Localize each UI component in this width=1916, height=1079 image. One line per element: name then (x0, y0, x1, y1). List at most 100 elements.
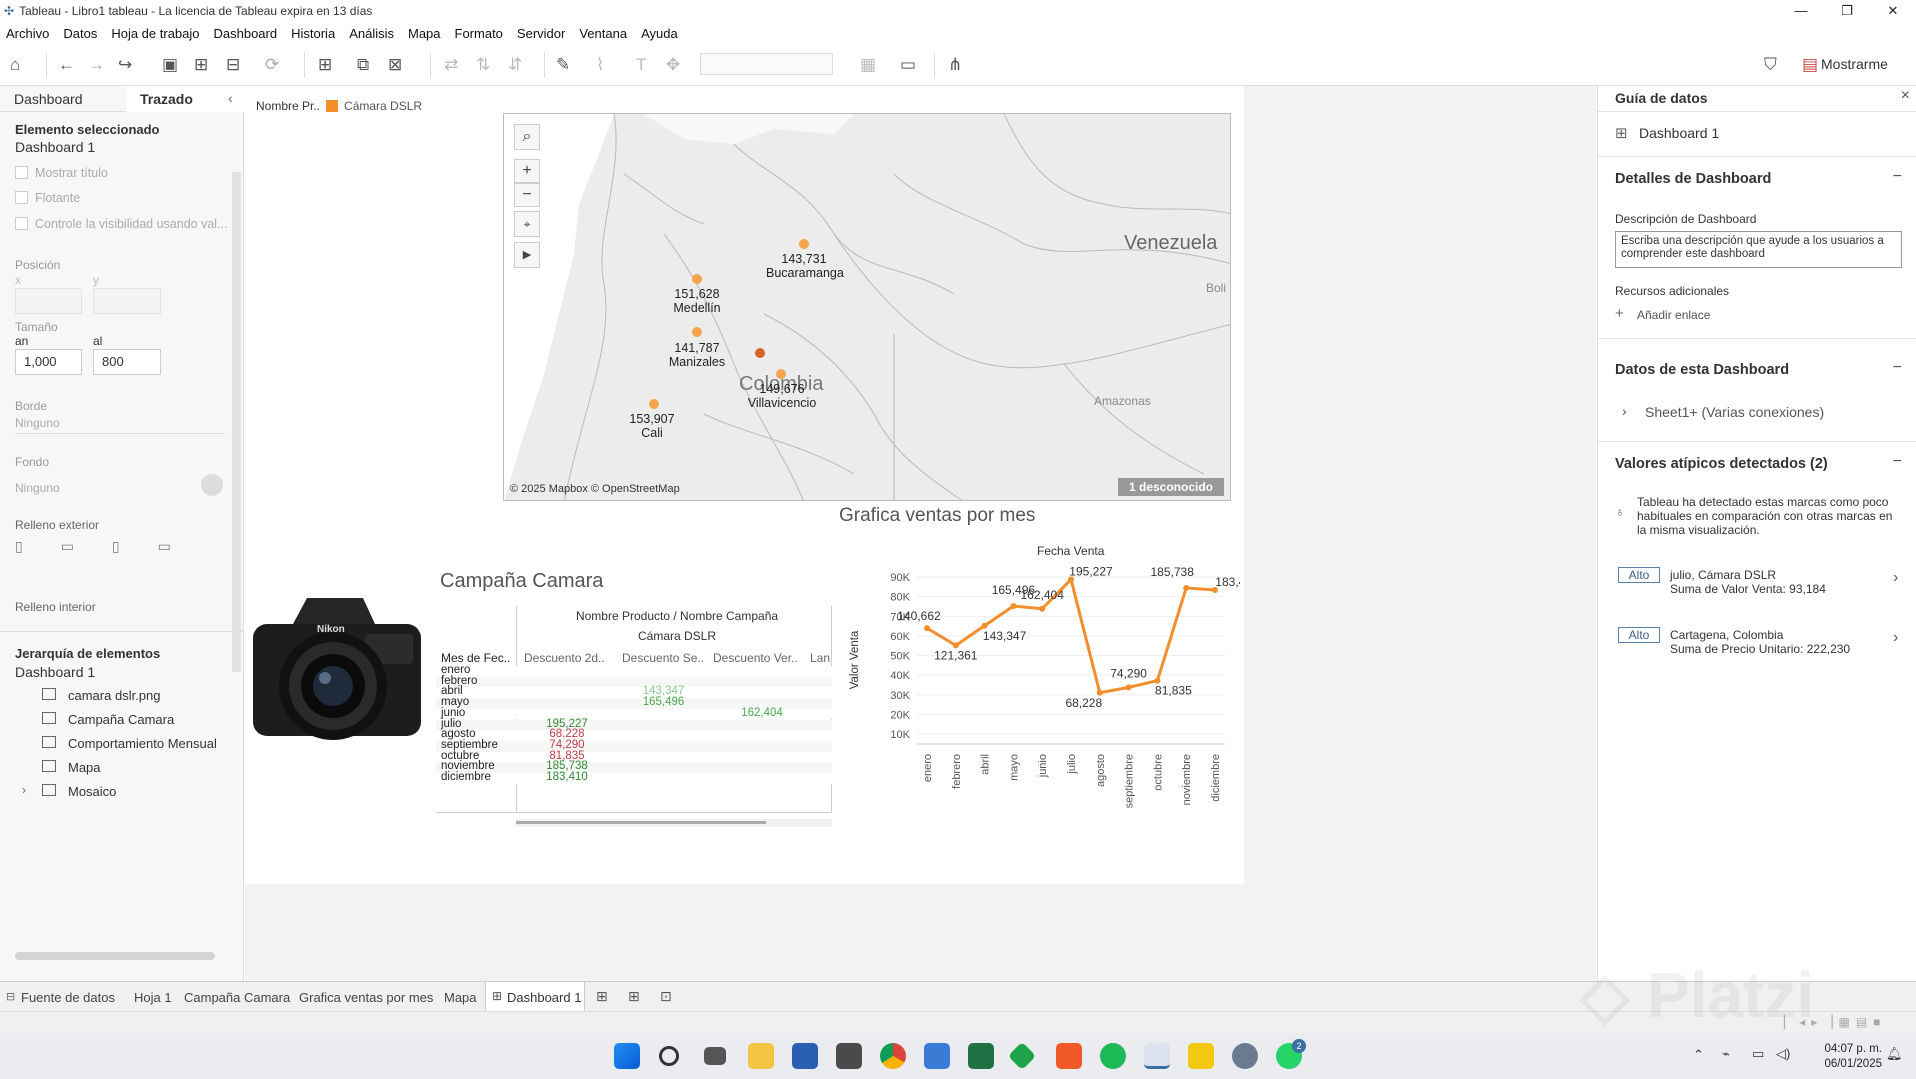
description-input[interactable]: Escriba una descripción que ayude a los … (1615, 231, 1902, 268)
menu-datos[interactable]: Datos (56, 26, 104, 41)
refresh-icon[interactable]: ⟳ (265, 56, 279, 74)
tab-campana-camara[interactable]: Campaña Camara (184, 990, 290, 1005)
details-heading[interactable]: Detalles de Dashboard (1615, 171, 1771, 187)
pin-panel-icon[interactable]: ⛉ (1764, 56, 1777, 74)
menu-dashboard[interactable]: Dashboard (207, 26, 285, 41)
settings-icon[interactable] (1232, 1043, 1258, 1069)
table-col-header-0[interactable]: Descuento 2d.. (524, 651, 605, 665)
volume-icon[interactable]: ◁) (1776, 1046, 1790, 1062)
tab-hoja-1[interactable]: Hoja 1 (134, 990, 172, 1005)
menu-ayuda[interactable]: Ayuda (634, 26, 685, 41)
task-view-icon[interactable] (704, 1047, 726, 1065)
reset-map-button[interactable]: ⌖ (514, 211, 540, 237)
background-dropdown[interactable]: Ninguno (15, 481, 60, 495)
calculator-icon[interactable] (836, 1043, 862, 1069)
close-panel-button[interactable]: × (1901, 87, 1910, 105)
new-dashboard-icon[interactable]: ⊞ (628, 988, 640, 1005)
tab-data-source[interactable]: Fuente de datos (21, 990, 115, 1005)
fit-dropdown[interactable] (700, 53, 833, 75)
add-link-button[interactable]: Añadir enlace (1637, 308, 1710, 322)
highlight-icon[interactable]: ✎ (556, 56, 570, 74)
undo-icon[interactable]: ← (58, 56, 75, 74)
height-input[interactable]: 800 (93, 349, 161, 375)
table-cell[interactable]: 165,496 (622, 696, 705, 708)
data-point[interactable] (1183, 584, 1190, 591)
redo-icon[interactable]: → (88, 56, 105, 74)
chrome-icon[interactable] (880, 1043, 906, 1069)
map-point-medellin[interactable] (692, 274, 702, 284)
show-cards-icon[interactable]: ▦ (860, 56, 876, 74)
table-col-header-3[interactable]: Lan (810, 651, 830, 665)
expand-chevron-icon[interactable]: › (22, 783, 26, 797)
tableau-taskbar-icon[interactable] (1144, 1043, 1170, 1069)
dashboard-name[interactable]: Dashboard 1 (1639, 125, 1719, 141)
unknown-indicator[interactable]: 1 desconocido (1118, 478, 1224, 496)
tree-item-campana[interactable]: Campaña Camara (42, 712, 174, 727)
network-icon[interactable]: ⌁ (1722, 1046, 1730, 1062)
map-point-bucaramanga[interactable] (799, 239, 809, 249)
data-source-item[interactable]: Sheet1+ (Varias conexiones) (1645, 404, 1824, 420)
data-point[interactable] (1039, 605, 1046, 612)
tab-dashboard-1[interactable]: ⊞ Dashboard 1 (485, 982, 585, 1011)
map-point-outlier[interactable] (755, 348, 765, 358)
zoom-in-button[interactable]: + (514, 159, 540, 183)
home-icon[interactable]: ⌂ (10, 56, 20, 74)
background-color-swatch[interactable] (201, 474, 223, 496)
table-cell[interactable]: 183,410 (526, 771, 608, 783)
share-icon[interactable]: ⋔ (948, 56, 962, 74)
map-point-manizales[interactable] (692, 327, 702, 337)
save-icon[interactable]: ▣ (162, 56, 178, 74)
tab-grafica-ventas[interactable]: Grafica ventas por mes (299, 990, 433, 1005)
collapse-data-icon[interactable]: − (1893, 359, 1902, 377)
outer-padding-controls[interactable]: ▯▭▯▭ (15, 538, 225, 566)
maximize-button[interactable]: ❐ (1824, 0, 1870, 22)
excel-icon[interactable] (968, 1043, 994, 1069)
menu-mapa[interactable]: Mapa (401, 26, 448, 41)
swap-icon[interactable]: ⇄ (444, 56, 458, 74)
outlier-item-2[interactable]: Alto Cartagena, Colombia Suma de Precio … (1615, 624, 1905, 664)
new-datasource-icon[interactable]: ⊞ (194, 56, 208, 74)
show-title-checkbox[interactable] (15, 166, 28, 179)
duplicate-sheet-icon[interactable]: ⧉ (357, 56, 369, 74)
sort-desc-icon[interactable]: ⇵ (508, 56, 522, 74)
app-green-icon[interactable] (1007, 1041, 1037, 1071)
floating-checkbox[interactable] (15, 191, 28, 204)
group-icon[interactable]: ⌇ (596, 56, 604, 74)
table-cell[interactable]: 162,404 (721, 707, 803, 719)
minimize-button[interactable]: — (1778, 0, 1824, 22)
start-icon[interactable] (614, 1043, 640, 1069)
tree-item-image[interactable]: camara dslr.png (42, 688, 161, 703)
menu-servidor[interactable]: Servidor (510, 26, 572, 41)
legend-item[interactable]: Cámara DSLR (344, 99, 422, 113)
search-icon[interactable] (659, 1046, 679, 1066)
collapse-outliers-icon[interactable]: − (1893, 453, 1902, 471)
word-icon[interactable] (792, 1043, 818, 1069)
clear-sheet-icon[interactable]: ⊠ (388, 56, 402, 74)
menu-hoja-de-trabajo[interactable]: Hoja de trabajo (104, 26, 206, 41)
zoom-out-button[interactable]: − (514, 183, 540, 207)
spotify-icon[interactable] (1100, 1043, 1126, 1069)
new-sheet-icon[interactable]: ⊞ (318, 56, 332, 74)
border-dropdown[interactable]: Ninguno (15, 416, 225, 434)
sort-asc-icon[interactable]: ⇅ (476, 56, 490, 74)
notepad-icon[interactable] (924, 1043, 950, 1069)
bell-icon[interactable]: 🔔︎ (1886, 1046, 1903, 1062)
y-input[interactable] (93, 288, 161, 314)
sales-line-chart[interactable]: 10K20K30K40K50K60K70K80K90KValor Venta14… (840, 560, 1240, 830)
menu-analisis[interactable]: Análisis (342, 26, 401, 41)
width-input[interactable]: 1,000 (15, 349, 82, 375)
map-point-villavicencio[interactable] (776, 369, 786, 379)
x-input[interactable] (15, 288, 82, 314)
data-heading[interactable]: Datos de esta Dashboard (1615, 362, 1789, 378)
table-hscrollbar[interactable] (516, 819, 832, 827)
powerbi-icon[interactable] (1188, 1043, 1214, 1069)
close-window-button[interactable]: ✕ (1870, 0, 1916, 22)
display-icon[interactable]: ▭ (1752, 1046, 1764, 1062)
expand-source-icon[interactable]: › (1622, 403, 1627, 419)
visibility-checkbox[interactable] (15, 217, 28, 230)
tree-item-mosaico[interactable]: Mosaico (42, 784, 116, 799)
data-point[interactable] (924, 625, 930, 632)
label-icon[interactable]: T (636, 56, 646, 74)
pause-updates-icon[interactable]: ⊟ (226, 56, 240, 74)
show-me-button[interactable]: Mostrarme (1821, 56, 1888, 72)
